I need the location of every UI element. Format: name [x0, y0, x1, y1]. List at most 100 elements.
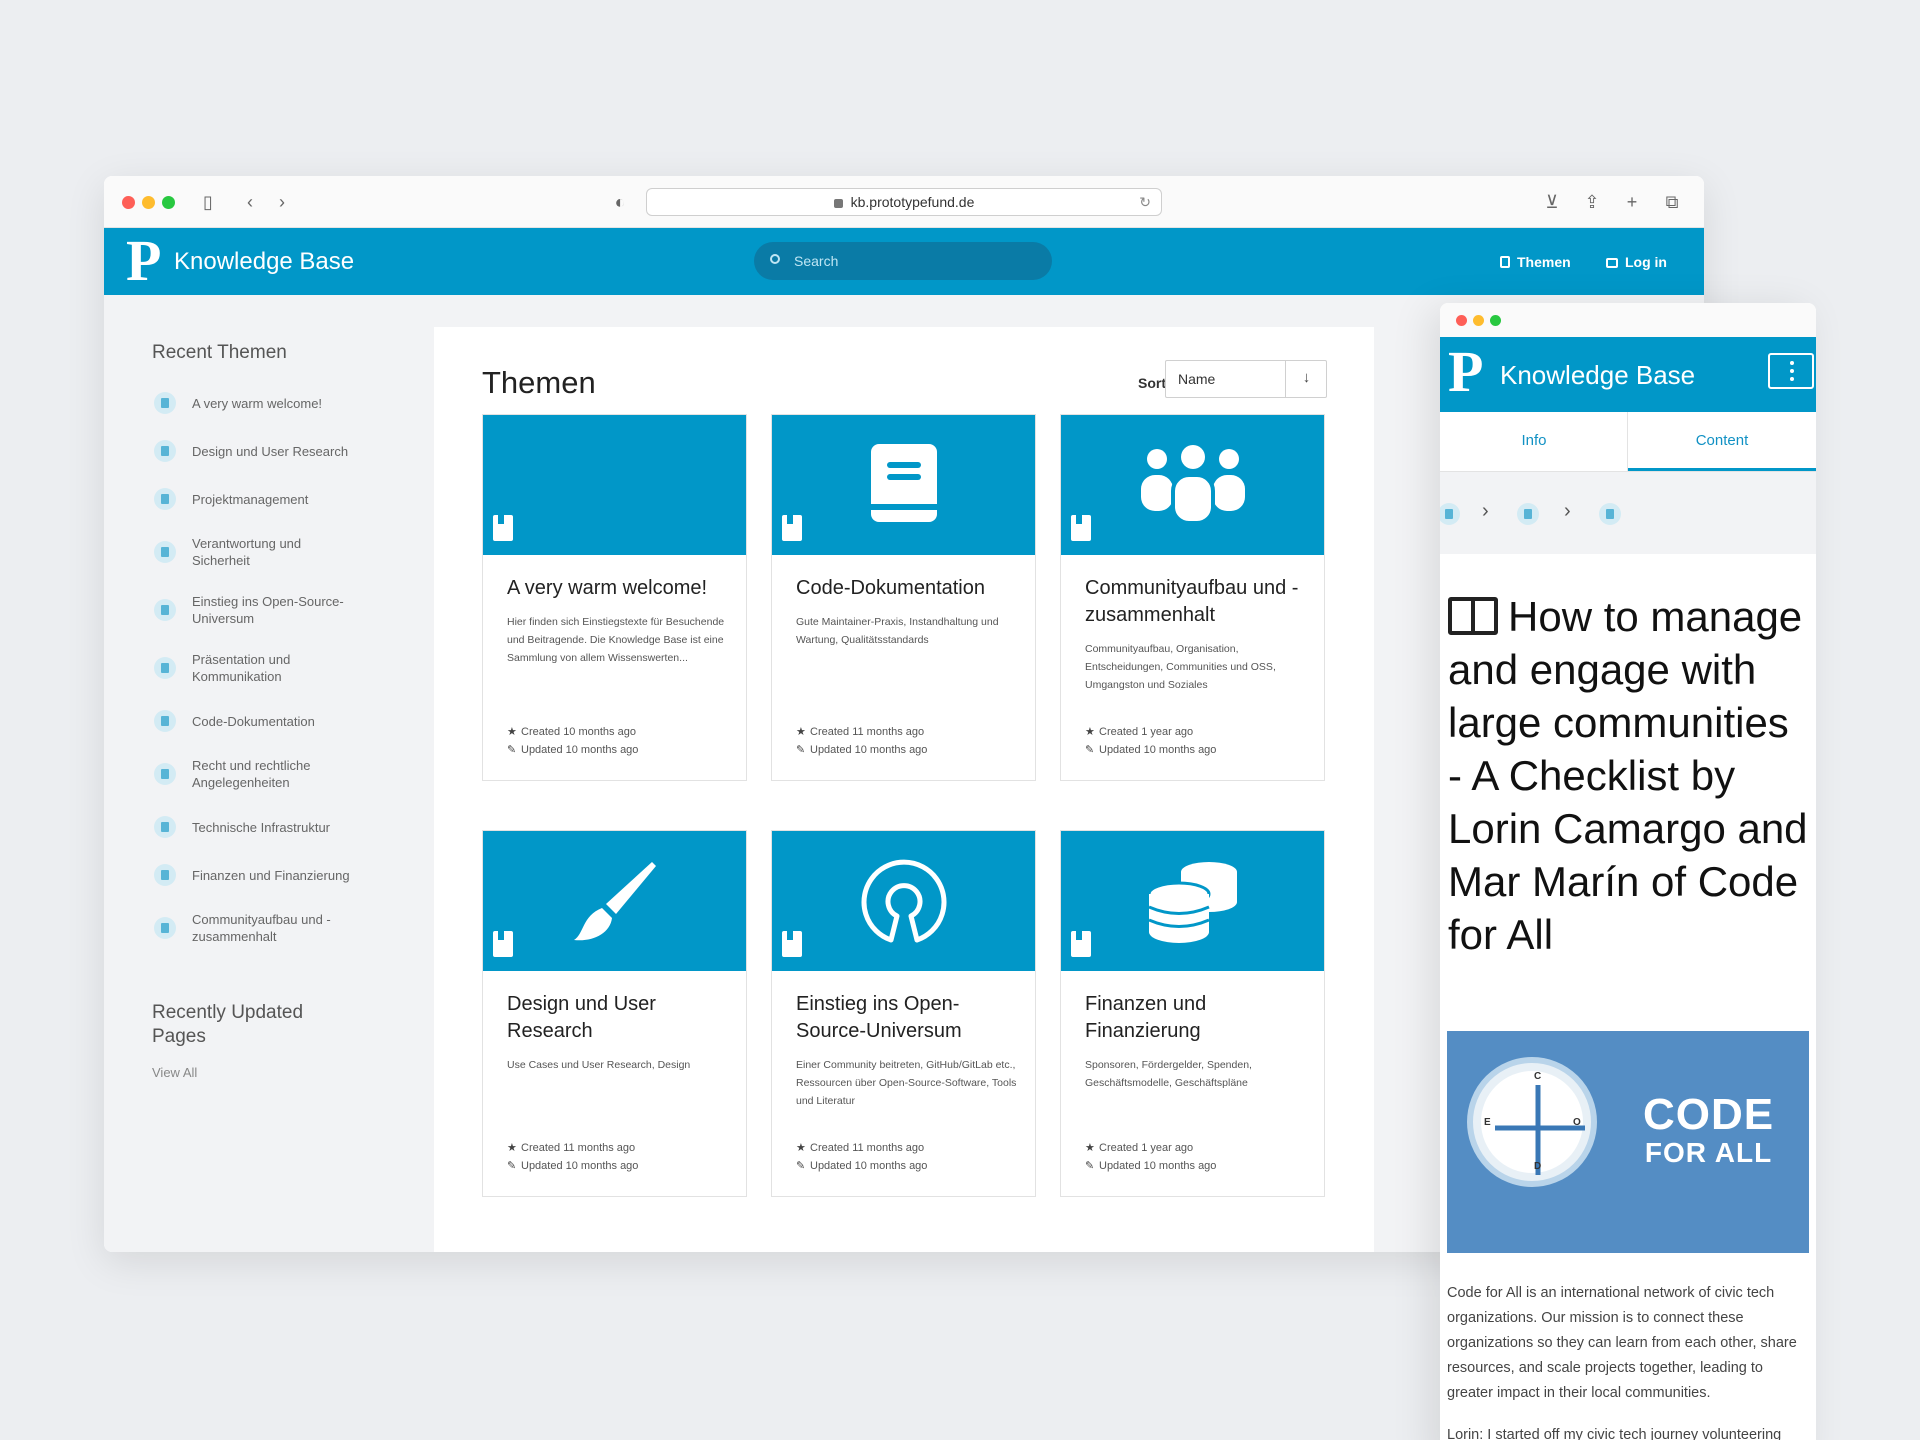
sidebar-item[interactable]: Projektmanagement	[152, 475, 392, 523]
sidebar-item[interactable]: Technische Infrastruktur	[152, 803, 392, 851]
article-paragraph: Code for All is an international network…	[1447, 1285, 1797, 1401]
nav-login-link[interactable]: Log in	[1606, 252, 1667, 272]
pencil-icon: ✎	[507, 1160, 517, 1172]
search-input[interactable]: Search	[754, 242, 1052, 280]
theme-card[interactable]: Finanzen und Finanzierung Sponsoren, För…	[1060, 830, 1325, 1197]
sidebar-toggle-icon[interactable]: ▯	[196, 190, 220, 214]
shield-icon[interactable]: ◐	[608, 190, 632, 214]
recent-themen-list: A very warm welcome! Design und User Res…	[152, 379, 392, 957]
breadcrumb: › ›	[1440, 472, 1816, 554]
logo[interactable]: P	[1448, 343, 1483, 401]
breadcrumb-book-icon[interactable]	[1440, 503, 1460, 525]
logo[interactable]: P	[126, 232, 161, 290]
tabs-overview-icon[interactable]: ⧉	[1660, 190, 1684, 214]
recently-updated-heading: Recently Updated Pages	[152, 1002, 304, 1047]
card-title: Communityaufbau und -zusammenhalt	[1085, 577, 1299, 626]
minimize-window-button[interactable]	[1473, 315, 1484, 326]
compass-label: O	[1573, 1117, 1581, 1128]
search-icon	[770, 254, 780, 264]
card-meta: ★ Created 1 year ago ✎ Updated 10 months a…	[1085, 723, 1216, 759]
main-content: Themen Sort Name ↓ A very warm welcome! …	[434, 327, 1374, 1252]
login-icon	[1606, 258, 1618, 268]
theme-card[interactable]: Communityaufbau und -zusammenhalt Commun…	[1060, 414, 1325, 781]
more-menu-button[interactable]	[1768, 353, 1814, 389]
close-window-button[interactable]	[1456, 315, 1467, 326]
tab-info[interactable]: Info	[1440, 412, 1628, 471]
theme-card[interactable]: Design und User Research Use Cases und U…	[482, 830, 747, 1197]
sidebar-item[interactable]: Recht und rechtliche Angelegenheiten	[152, 745, 392, 803]
close-window-button[interactable]	[122, 196, 135, 209]
star-icon: ★	[796, 726, 806, 738]
sidebar-item-label: Communityaufbau und -zusammenhalt	[192, 912, 331, 944]
nav-themen-label: Themen	[1517, 254, 1571, 270]
sidebar-item[interactable]: A very warm welcome!	[152, 379, 392, 427]
updated-text: Updated 10 months ago	[1099, 1160, 1217, 1172]
browser-chrome: ▯ ‹ › ◐ kb.prototypefund.de ↻ ⊻ ⇪ + ⧉	[104, 176, 1704, 228]
url-text: kb.prototypefund.de	[850, 194, 975, 210]
book-icon	[870, 444, 937, 522]
nav-themen-link[interactable]: Themen	[1500, 252, 1571, 272]
card-title: Finanzen und Finanzierung	[1085, 993, 1207, 1042]
book-icon	[782, 931, 802, 957]
download-icon[interactable]: ⊻	[1540, 190, 1564, 214]
top-navigation: P Knowledge Base Search Themen Log in	[104, 228, 1704, 295]
chevron-right-icon: ›	[1564, 500, 1571, 522]
maximize-window-button[interactable]	[1490, 315, 1501, 326]
sidebar-item-label: Technische Infrastruktur	[192, 819, 331, 835]
book-icon	[154, 541, 176, 563]
article-title: How to manage and engage with large comm…	[1448, 590, 1810, 961]
reload-icon[interactable]: ↻	[1139, 189, 1151, 215]
breadcrumb-page-icon[interactable]	[1599, 503, 1621, 525]
maximize-window-button[interactable]	[162, 196, 175, 209]
sidebar-item[interactable]: Finanzen und Finanzierung	[152, 851, 392, 899]
sidebar-item-label: Finanzen und Finanzierung	[192, 867, 350, 883]
back-icon[interactable]: ‹	[238, 190, 262, 214]
sidebar-item[interactable]: Präsentation und Kommunikation	[152, 639, 392, 697]
url-bar[interactable]: kb.prototypefund.de ↻	[646, 188, 1162, 216]
sort-direction-button[interactable]: ↓	[1285, 360, 1327, 398]
breadcrumb-chapter-icon[interactable]	[1517, 503, 1539, 525]
card-banner	[772, 415, 1035, 555]
theme-card[interactable]: Code-Dokumentation Gute Maintainer-Praxi…	[771, 414, 1036, 781]
sidebar-item-label: A very warm welcome!	[192, 395, 323, 411]
created-text: Created 11 months ago	[810, 726, 925, 738]
theme-card[interactable]: Einstieg ins Open-Source-Universum Einer…	[771, 830, 1036, 1197]
sidebar-item[interactable]: Einstieg ins Open-Source-Universum	[152, 581, 392, 639]
star-icon: ★	[1085, 1142, 1095, 1154]
book-icon	[154, 440, 176, 462]
sidebar-item-label: Verantwortung und Sicherheit	[192, 536, 302, 568]
tab-content[interactable]: Content	[1628, 412, 1816, 471]
view-all-link[interactable]: View All	[152, 1065, 392, 1080]
pencil-icon: ✎	[796, 744, 806, 756]
brand-title[interactable]: Knowledge Base	[1500, 359, 1695, 391]
book-icon	[493, 515, 513, 541]
share-icon[interactable]: ⇪	[1580, 190, 1604, 214]
book-icon	[154, 488, 176, 510]
compass-label: D	[1534, 1161, 1542, 1172]
card-description: Gute Maintainer-Praxis, Instandhaltung u…	[796, 616, 999, 646]
sidebar-item[interactable]: Verantwortung und Sicherheit	[152, 523, 392, 581]
sidebar-item[interactable]: Communityaufbau und -zusammenhalt	[152, 899, 392, 957]
book-icon	[1071, 931, 1091, 957]
brand-title[interactable]: Knowledge Base	[174, 248, 354, 276]
forward-icon[interactable]: ›	[270, 190, 294, 214]
wordmark-line-1: CODE	[1643, 1090, 1775, 1139]
sidebar-item[interactable]: Code-Dokumentation	[152, 697, 392, 745]
sidebar: Recent Themen A very warm welcome! Desig…	[152, 295, 392, 1080]
book-icon	[493, 931, 513, 957]
updated-text: Updated 10 months ago	[521, 1160, 639, 1172]
book-icon	[1071, 515, 1091, 541]
updated-text: Updated 10 months ago	[810, 1160, 928, 1172]
compass-icon: C O D E	[1467, 1057, 1597, 1187]
theme-card[interactable]: A very warm welcome! Hier finden sich Ei…	[482, 414, 747, 781]
created-text: Created 1 year ago	[1099, 1142, 1194, 1154]
sidebar-item[interactable]: Design und User Research	[152, 427, 392, 475]
sidebar-item-label: Einstieg ins Open-Source-Universum	[192, 594, 344, 626]
coins-icon	[1147, 862, 1237, 943]
new-tab-icon[interactable]: +	[1620, 190, 1644, 214]
compass-label: E	[1484, 1117, 1491, 1128]
card-description: Sponsoren, Fördergelder, Spenden, Geschä…	[1085, 1059, 1252, 1089]
book-icon	[154, 917, 176, 939]
mobile-chrome	[1440, 303, 1816, 337]
minimize-window-button[interactable]	[142, 196, 155, 209]
